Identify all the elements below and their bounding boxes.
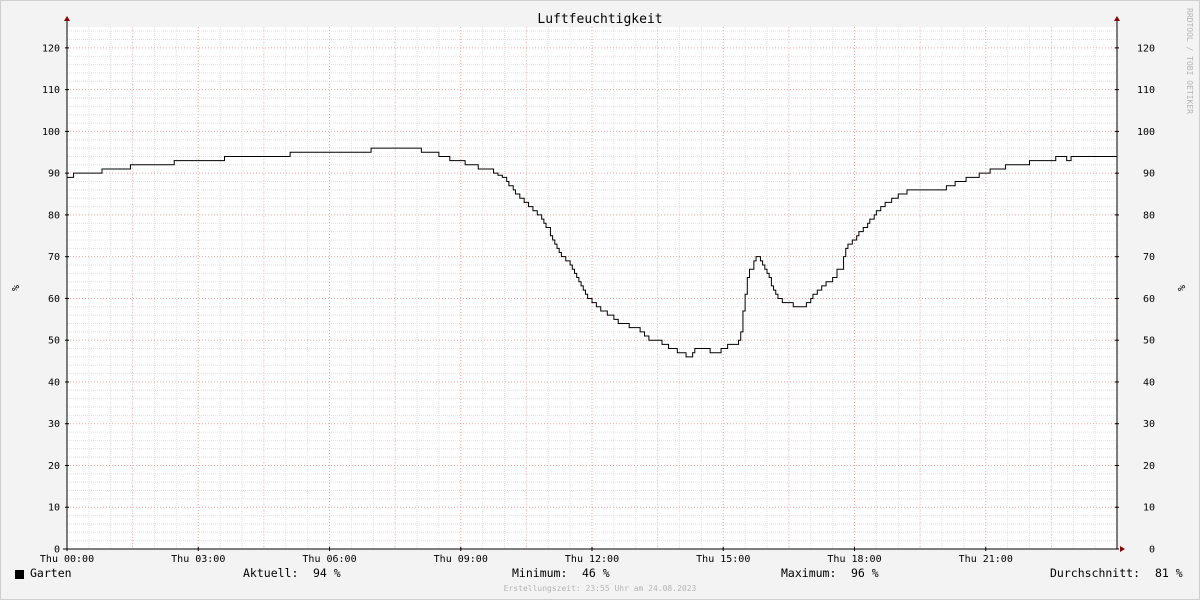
y-tick-label-left: 100 [42,127,60,138]
durchschnitt-label: Durchschnitt: [1050,566,1141,580]
y-tick-label-left: 10 [48,503,60,514]
y-tick-label-left: 40 [48,377,60,388]
timestamp: Erstellungszeit: 23:55 Uhr am 24.08.2023 [503,584,697,593]
legend-series-name: Garten [30,566,72,580]
y-tick-label-left: 70 [48,252,60,263]
y-tick-label-right: 90 [1143,169,1155,180]
y-tick-label-right: 110 [1137,85,1155,96]
y-tick-label-left: 60 [48,294,60,305]
legend-swatch [15,570,24,579]
durchschnitt-value: 81 % [1155,566,1183,580]
y-tick-label-right: 10 [1143,503,1155,514]
x-tick-label: Thu 21:00 [959,554,1013,565]
x-tick-label: Thu 18:00 [827,554,881,565]
maximum-value: 96 % [851,566,879,580]
y-tick-label-right: 40 [1143,377,1155,388]
grid-layer [67,27,1117,549]
y-tick-label-left: 20 [48,461,60,472]
y-tick-label-right: 20 [1143,461,1155,472]
y-axis-label-right: % [1175,285,1186,291]
maximum-label: Maximum: [781,566,837,580]
y-tick-label-right: 30 [1143,419,1155,430]
y-tick-label-right: 70 [1143,252,1155,263]
y-tick-label-right: 50 [1143,336,1155,347]
y-tick-label-right: 0 [1149,545,1155,556]
legend: Garten Aktuell: 94 % Minimum: 46 % Maxim… [0,566,1200,584]
y-tick-label-left: 50 [48,336,60,347]
y-tick-label-left: 90 [48,169,60,180]
y-tick-label-right: 120 [1137,43,1155,54]
y-tick-label-left: 30 [48,419,60,430]
x-axis-arrow [1120,546,1125,552]
minimum-value: 46 % [582,566,610,580]
y-tick-label-right: 100 [1137,127,1155,138]
minimum-label: Minimum: [512,566,568,580]
y-axis-left-arrow [64,16,70,21]
y-axis-right-arrow [1114,16,1120,21]
aktuell-label: Aktuell: [243,566,299,580]
y-axis-label-left: % [9,285,20,291]
humidity-chart: Luftfeuchtigkeit 0 010 1020 2030 3040 4050 506… [9,8,1194,565]
y-tick-label-left: 120 [42,43,60,54]
x-tick-label: Thu 09:00 [434,554,488,565]
x-tick-label: Thu 15:00 [696,554,750,565]
x-tick-label: Thu 03:00 [171,554,225,565]
y-tick-label-right: 80 [1143,210,1155,221]
chart-title: Luftfeuchtigkeit [537,12,662,27]
y-tick-label-left: 80 [48,210,60,221]
aktuell-value: 94 % [313,566,341,580]
y-tick-label-left: 110 [42,85,60,96]
x-tick-label: Thu 12:00 [565,554,619,565]
x-tick-label: Thu 06:00 [302,554,356,565]
y-tick-label-right: 60 [1143,294,1155,305]
x-tick-label: Thu 00:00 [40,554,94,565]
watermark: RRDTOOL / TOBI OETIKER [1185,8,1194,114]
